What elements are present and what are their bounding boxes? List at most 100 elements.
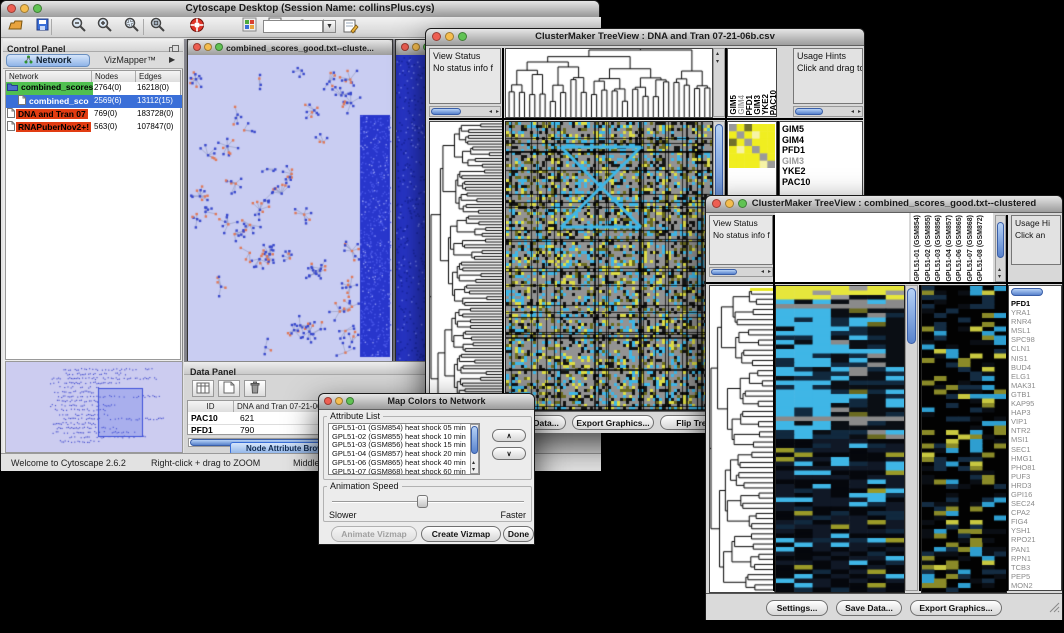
tv1-statusbar-scroll[interactable]: ◂ ▸ [429,106,501,117]
delete-attribute-trash-icon[interactable] [244,380,266,397]
attribute-editor-icon[interactable] [343,18,359,39]
tv1-heatmap[interactable] [505,121,713,411]
tv2-column-label[interactable]: GPL51-04 (GSM857) [945,215,956,282]
scroll-thumb[interactable] [711,269,737,275]
tv1-row-dendrogram[interactable] [429,121,504,411]
gene-label[interactable]: MSL1 [1011,326,1061,335]
gene-label[interactable]: GTB1 [1011,390,1061,399]
gene-label[interactable]: CPA2 [1011,508,1061,517]
scroll-down-icon[interactable]: ▾ [716,59,719,65]
network-table-row[interactable]: combined_sco2569(6)13112(15) [6,95,182,108]
tv1-row-label[interactable]: PAC10 [782,177,862,188]
attribute-list-scrollbar[interactable]: ▴ ▾ [470,424,479,474]
search-dropdown-icon[interactable]: ▼ [323,20,336,33]
scroll-right-icon[interactable]: ▸ [858,109,861,115]
gene-label[interactable]: SPC98 [1011,335,1061,344]
network-overview-canvas[interactable] [5,361,183,453]
scroll-thumb[interactable] [431,108,461,115]
close-button[interactable] [193,43,201,51]
zoom-in-icon[interactable] [94,17,116,35]
close-button[interactable] [324,397,332,405]
scroll-up-icon[interactable]: ▴ [472,460,475,466]
gene-label[interactable]: HRD3 [1011,481,1061,490]
help-lifebuoy-icon[interactable] [186,17,208,35]
tab-vizmapper[interactable]: VizMapper™ [95,55,165,65]
gene-label[interactable]: SEC1 [1011,445,1061,454]
gene-label[interactable]: HAP3 [1011,408,1061,417]
tv2-column-label[interactable]: GPL51-01 (GSM854) [913,215,924,282]
gene-label[interactable]: PFD1 [1011,299,1061,308]
close-button[interactable] [712,199,721,208]
gene-label[interactable]: MON2 [1011,581,1061,590]
vscrollbar-thumb[interactable] [907,288,916,344]
dialog-titlebar[interactable]: Map Colors to Network [319,394,534,410]
minimize-button[interactable] [335,397,343,405]
scroll-left-icon[interactable]: ◂ [761,269,764,275]
tv1-mini-scroll[interactable]: ▴ ▾ [713,48,725,117]
gene-label[interactable]: TCB3 [1011,563,1061,572]
gene-label[interactable]: PHO81 [1011,463,1061,472]
tv1-row-label[interactable]: PFD1 [782,145,862,156]
dialog-create-vizmap-button[interactable]: Create Vizmap [421,526,501,542]
gene-label[interactable]: BUD4 [1011,363,1061,372]
tv1-column-label[interactable]: PAC10 [770,90,777,115]
gene-label[interactable]: RNR4 [1011,317,1061,326]
tv2-row-dendrogram[interactable] [709,285,775,593]
new-attribute-icon[interactable] [218,380,240,397]
tv1-export-graphics-button[interactable]: Export Graphics... [572,415,654,430]
gene-label[interactable]: NIS1 [1011,354,1061,363]
tv1-row-label[interactable]: GIM4 [782,135,862,146]
gene-label[interactable]: RPO21 [1011,535,1061,544]
tv2-column-label[interactable]: GPL51-07 (GSM868) [966,215,977,282]
gene-label[interactable]: GPI16 [1011,490,1061,499]
zoom-selected-icon[interactable] [121,17,143,35]
tv2-column-label[interactable]: GPL51-02 (GSM855) [924,215,935,282]
speed-slider-track[interactable] [332,501,524,503]
minimize-button[interactable] [204,43,212,51]
minimize-button[interactable] [412,43,420,51]
attribute-list[interactable]: GPL51-01 (GSM854) heat shock 05 minGPL51… [328,423,480,475]
scroll-up-icon[interactable]: ▴ [998,267,1001,273]
gene-label[interactable]: YRA1 [1011,308,1061,317]
gene-list-hscroll-thumb[interactable] [1011,288,1043,296]
scroll-down-icon[interactable]: ▾ [998,274,1001,280]
plugin-manager-icon[interactable] [238,17,260,35]
network1-titlebar[interactable]: combined_scores_good.txt--cluste... [188,40,392,56]
tv2-secondary-heatmap[interactable] [921,285,1007,593]
scroll-thumb[interactable] [795,108,823,115]
gene-label[interactable]: CLN1 [1011,344,1061,353]
scroll-left-icon[interactable]: ◂ [489,109,492,115]
main-titlebar[interactable]: Cytoscape Desktop (Session Name: collins… [1,1,599,18]
scroll-right-icon[interactable]: ▸ [496,109,499,115]
tv2-column-label[interactable]: GPL51-08 (GSM872) [976,215,987,282]
network1-canvas[interactable] [188,55,392,361]
scroll-left-icon[interactable]: ◂ [851,109,854,115]
gene-label[interactable]: PUF3 [1011,472,1061,481]
resize-grip-icon[interactable] [1048,600,1060,618]
move-down-button[interactable]: ∨ [492,447,526,460]
gene-label[interactable]: KAP95 [1011,399,1061,408]
close-button[interactable] [432,32,441,41]
gene-label[interactable]: VIP1 [1011,417,1061,426]
tv1-row-label[interactable]: GIM5 [782,124,862,135]
tv1-mini-heatmap[interactable] [729,124,775,168]
col-edges[interactable]: Edges [136,71,180,82]
tv1-column-dendrogram[interactable] [505,48,713,118]
gene-label[interactable]: MAK31 [1011,381,1061,390]
tab-network[interactable]: Network [6,54,90,67]
tv2-statusbar-scroll[interactable]: ◂ ▸ [709,267,773,277]
gene-label[interactable]: YSH1 [1011,526,1061,535]
select-attributes-icon[interactable] [192,380,214,397]
treeview1-titlebar[interactable]: ClusterMaker TreeView : DNA and Tran 07-… [426,29,864,46]
id-column-header[interactable]: ID [188,401,234,412]
gene-label[interactable]: FIG4 [1011,517,1061,526]
gene-label[interactable]: RPN1 [1011,554,1061,563]
attribute-list-item[interactable]: GPL51-07 (GSM868) heat shock 60 min [329,468,479,475]
gene-label[interactable]: NTR2 [1011,426,1061,435]
col-network[interactable]: Network [6,71,92,82]
network-table-row[interactable]: DNA and Tran 07769(0)183728(0) [6,108,182,121]
tv2-header-scroll[interactable]: ▴ ▾ [995,215,1006,282]
gene-label[interactable]: PAN1 [1011,545,1061,554]
network-table-row[interactable]: RNAPuberNov2+!563(0)107847(0) [6,121,182,134]
zoom-out-icon[interactable] [68,17,90,35]
